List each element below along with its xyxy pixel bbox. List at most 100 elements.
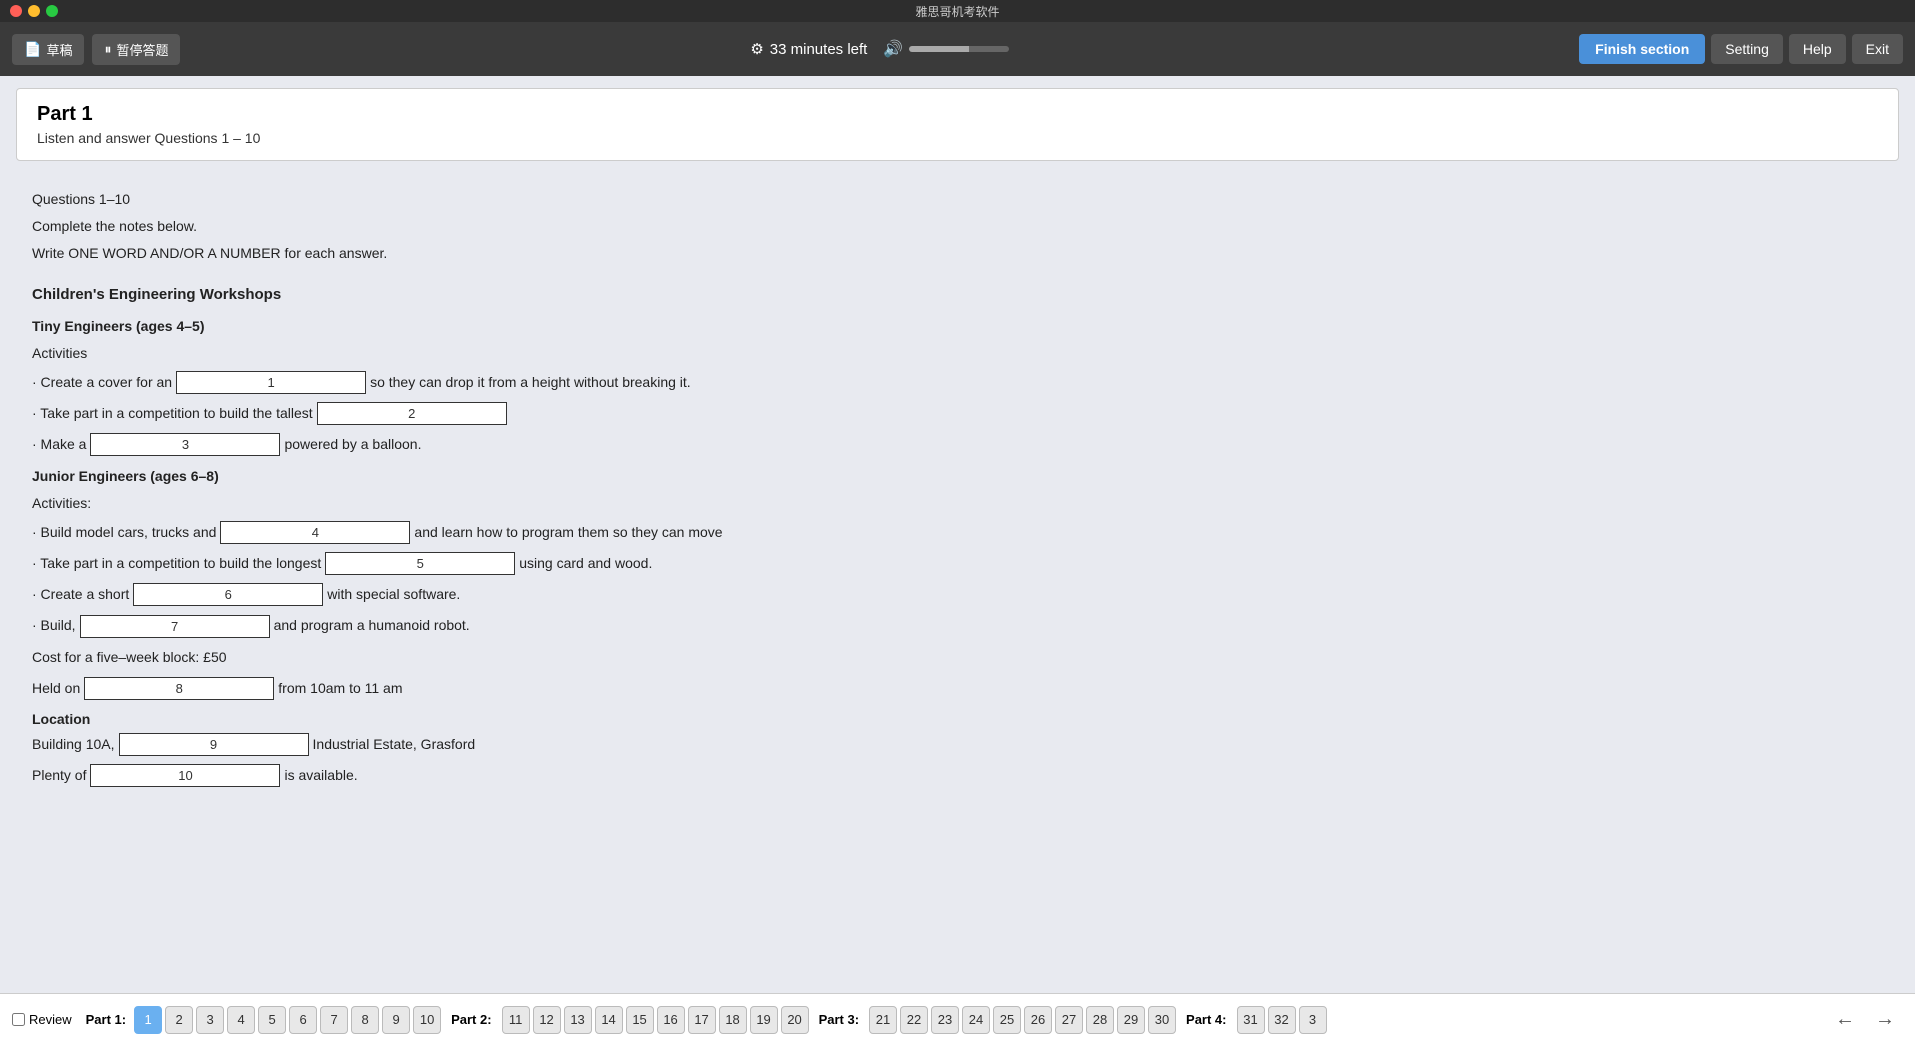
volume-icon: 🔊: [883, 39, 903, 59]
location-block: Location Building 10A, Industrial Estate…: [32, 707, 1883, 789]
answer-line-2: · Take part in a competition to build th…: [32, 401, 1883, 426]
section-title: Part 1: [37, 103, 1878, 126]
part4-label: Part 4:: [1186, 1012, 1226, 1027]
section-subtitle: Listen and answer Questions 1 – 10: [37, 130, 1878, 146]
answer-input-2[interactable]: [317, 402, 507, 425]
page-12[interactable]: 12: [533, 1006, 561, 1034]
tiny-engineers-block: Tiny Engineers (ages 4–5) Activities · C…: [32, 314, 1883, 458]
timer-icon: ⚙: [750, 40, 763, 58]
finish-section-button[interactable]: Finish section: [1579, 34, 1705, 64]
page-9[interactable]: 9: [382, 1006, 410, 1034]
page-4[interactable]: 4: [227, 1006, 255, 1034]
part3-pages: 21 22 23 24 25 26 27 28 29 30: [869, 1006, 1176, 1034]
part2-pages: 11 12 13 14 15 16 17 18 19 20: [502, 1006, 809, 1034]
page-24[interactable]: 24: [962, 1006, 990, 1034]
page-2[interactable]: 2: [165, 1006, 193, 1034]
q5-prefix: · Take part in a competition to build th…: [32, 551, 321, 576]
answer-input-5[interactable]: [325, 552, 515, 575]
help-button[interactable]: Help: [1789, 34, 1846, 64]
page-19[interactable]: 19: [750, 1006, 778, 1034]
exit-button[interactable]: Exit: [1852, 34, 1903, 64]
page-17[interactable]: 17: [688, 1006, 716, 1034]
page-8[interactable]: 8: [351, 1006, 379, 1034]
pause-button[interactable]: ⏸ 暂停答题: [92, 34, 180, 65]
q7-prefix: · Build,: [32, 613, 76, 638]
page-11[interactable]: 11: [502, 1006, 530, 1034]
close-button[interactable]: [10, 5, 22, 17]
review-label: Review: [29, 1012, 72, 1027]
center-area: ⚙ 33 minutes left 🔊: [188, 39, 1571, 59]
page-10[interactable]: 10: [413, 1006, 441, 1034]
volume-area: 🔊: [883, 39, 1009, 59]
page-20[interactable]: 20: [781, 1006, 809, 1034]
page-1[interactable]: 1: [134, 1006, 162, 1034]
building-line: Building 10A, Industrial Estate, Grasfor…: [32, 732, 1883, 757]
q4-suffix: and learn how to program them so they ca…: [414, 520, 722, 545]
page-25[interactable]: 25: [993, 1006, 1021, 1034]
held-on-prefix: Held on: [32, 676, 80, 701]
answer-input-1[interactable]: [176, 371, 366, 394]
cost-text: Cost for a five–week block: £50: [32, 645, 1883, 670]
content-area: Questions 1–10 Complete the notes below.…: [16, 177, 1899, 805]
page-15[interactable]: 15: [626, 1006, 654, 1034]
page-32[interactable]: 32: [1268, 1006, 1296, 1034]
page-6[interactable]: 6: [289, 1006, 317, 1034]
page-30[interactable]: 30: [1148, 1006, 1176, 1034]
bottom-nav: Review Part 1: 1 2 3 4 5 6 7 8 9 10 Part…: [0, 993, 1915, 1045]
answer-input-7[interactable]: [80, 615, 270, 638]
page-33[interactable]: 3: [1299, 1006, 1327, 1034]
page-3[interactable]: 3: [196, 1006, 224, 1034]
top-nav: 📄 草稿 ⏸ 暂停答题 ⚙ 33 minutes left 🔊 Finish s…: [0, 22, 1915, 76]
section-header: Part 1 Listen and answer Questions 1 – 1…: [16, 88, 1899, 161]
instruction-line1: Questions 1–10: [32, 187, 1883, 212]
junior-engineers-heading: Junior Engineers (ages 6–8): [32, 464, 1883, 489]
volume-slider[interactable]: [909, 46, 1009, 52]
setting-button[interactable]: Setting: [1711, 34, 1783, 64]
page-26[interactable]: 26: [1024, 1006, 1052, 1034]
q5-suffix: using card and wood.: [519, 551, 652, 576]
review-checkbox-area: Review: [12, 1012, 72, 1027]
fullscreen-button[interactable]: [46, 5, 58, 17]
page-5[interactable]: 5: [258, 1006, 286, 1034]
answer-input-9[interactable]: [119, 733, 309, 756]
q6-suffix: with special software.: [327, 582, 460, 607]
timer-text: 33 minutes left: [770, 41, 868, 58]
q3-suffix: powered by a balloon.: [284, 432, 421, 457]
page-23[interactable]: 23: [931, 1006, 959, 1034]
minimize-button[interactable]: [28, 5, 40, 17]
held-on-block: Held on from 10am to 11 am: [32, 676, 1883, 701]
parking-suffix: is available.: [284, 763, 357, 788]
page-14[interactable]: 14: [595, 1006, 623, 1034]
answer-input-6[interactable]: [133, 583, 323, 606]
page-7[interactable]: 7: [320, 1006, 348, 1034]
page-28[interactable]: 28: [1086, 1006, 1114, 1034]
page-27[interactable]: 27: [1055, 1006, 1083, 1034]
timer-display: ⚙ 33 minutes left: [750, 40, 867, 58]
answer-input-8[interactable]: [84, 677, 274, 700]
review-checkbox[interactable]: [12, 1013, 25, 1026]
instruction-line2: Complete the notes below.: [32, 214, 1883, 239]
page-21[interactable]: 21: [869, 1006, 897, 1034]
answer-input-3[interactable]: [90, 433, 280, 456]
q1-suffix: so they can drop it from a height withou…: [370, 370, 691, 395]
page-29[interactable]: 29: [1117, 1006, 1145, 1034]
parking-line: Plenty of is available.: [32, 763, 1883, 788]
page-18[interactable]: 18: [719, 1006, 747, 1034]
q3-prefix: · Make a: [32, 432, 86, 457]
held-on-suffix: from 10am to 11 am: [278, 676, 402, 701]
app-title: 雅思哥机考软件: [915, 3, 999, 20]
title-bar: 雅思哥机考软件: [0, 0, 1915, 22]
answer-line-7: · Build, and program a humanoid robot.: [32, 613, 1883, 638]
junior-activities-label: Activities:: [32, 491, 1883, 516]
page-16[interactable]: 16: [657, 1006, 685, 1034]
part1-label: Part 1:: [86, 1012, 126, 1027]
answer-input-10[interactable]: [90, 764, 280, 787]
part4-pages: 31 32 3: [1237, 1006, 1327, 1034]
page-31[interactable]: 31: [1237, 1006, 1265, 1034]
prev-arrow[interactable]: ←: [1827, 1004, 1863, 1035]
page-13[interactable]: 13: [564, 1006, 592, 1034]
page-22[interactable]: 22: [900, 1006, 928, 1034]
draft-button[interactable]: 📄 草稿: [12, 34, 84, 65]
next-arrow[interactable]: →: [1867, 1004, 1903, 1035]
answer-input-4[interactable]: [220, 521, 410, 544]
